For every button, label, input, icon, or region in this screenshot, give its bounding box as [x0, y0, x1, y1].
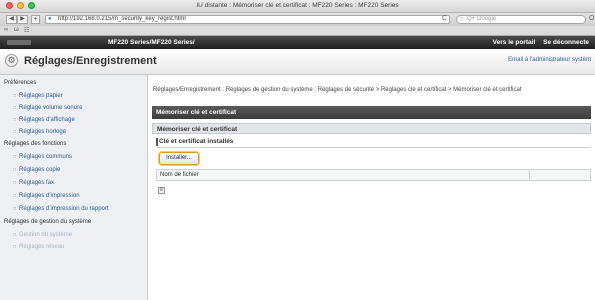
- installed-section-title: Clé et certificat installés: [159, 138, 234, 145]
- installed-table-header: Nom de fichier: [156, 169, 591, 181]
- sidebar-group-functions[interactable]: Réglages des fonctions: [4, 141, 66, 147]
- content-header: Mémoriser clé et certificat: [152, 106, 591, 119]
- brand-links: Vers le portail Se déconnecte: [487, 39, 589, 46]
- settings-gear-icon: ⚙: [5, 54, 18, 67]
- search-field[interactable]: ○ Q+ Google: [456, 15, 586, 24]
- sidebar-item-fax[interactable]: Réglages fax: [13, 180, 54, 186]
- bookmark-topsites-icon[interactable]: ω: [14, 27, 19, 33]
- window-titlebar: IU distante : Mémoriser clé et certifica…: [0, 0, 595, 13]
- admin-email-link[interactable]: Email à l'administrateur systèm: [508, 57, 591, 63]
- column-divider: [529, 170, 530, 180]
- sidebar-item-report-printing[interactable]: Réglages d'impression du rapport: [13, 206, 109, 212]
- main-content: Réglages/Enregistrement : Réglages de ge…: [148, 75, 595, 300]
- filename-column-header: Nom de fichier: [160, 172, 199, 178]
- install-button[interactable]: Installer...: [159, 152, 199, 165]
- site-globe-icon: ●: [48, 16, 52, 22]
- page-title: Réglages/Enregistrement: [24, 55, 157, 67]
- panel-header: Mémoriser clé et certificat: [152, 123, 591, 134]
- reload-icon[interactable]: C: [442, 15, 447, 22]
- brand-bar: MF220 Series/MF220 Series/ Vers le porta…: [0, 36, 595, 49]
- panel-header-title: Mémoriser clé et certificat: [157, 126, 238, 133]
- back-button[interactable]: ◀: [6, 15, 17, 24]
- sidebar-group-preferences[interactable]: Préférences: [4, 80, 36, 86]
- browser-toolbar: ◀ ▶ + ● http://192.168.0.215/m_security_…: [0, 13, 595, 26]
- installed-section-header: Clé et certificat installés: [156, 137, 591, 148]
- sidebar-item-volume[interactable]: Réglage volume sonore: [13, 105, 82, 111]
- page-header: ⚙ Réglages/Enregistrement Email à l'admi…: [0, 49, 595, 75]
- sidebar-item-display[interactable]: Réglages d'affichage: [13, 117, 75, 123]
- brand-logo: [7, 40, 31, 45]
- web-page: MF220 Series/MF220 Series/ Vers le porta…: [0, 36, 595, 300]
- breadcrumb: Réglages/Enregistrement : Réglages de ge…: [153, 87, 522, 93]
- window-title: IU distante : Mémoriser clé et certifica…: [196, 2, 399, 9]
- sidebar-item-copy[interactable]: Réglages copie: [13, 167, 60, 173]
- bookmark-reading-list-icon[interactable]: ∞: [4, 27, 8, 33]
- sidebar-group-system[interactable]: Réglages de gestion du système: [4, 219, 91, 225]
- sidebar-item-clock[interactable]: Réglages horloge: [13, 129, 66, 135]
- forward-button[interactable]: ▶: [17, 15, 28, 24]
- content-header-title: Mémoriser clé et certificat: [156, 109, 237, 116]
- search-icon: ○: [460, 16, 464, 22]
- url-text: http://192.168.0.215/m_security_key_regi…: [58, 16, 186, 22]
- sidebar: Préférences Réglages papier Réglage volu…: [0, 75, 148, 300]
- pager-icon[interactable]: ≡: [158, 187, 165, 194]
- sidebar-item-paper[interactable]: Réglages papier: [13, 93, 63, 99]
- bookmark-grid-icon[interactable]: ☷: [24, 27, 29, 34]
- model-path: MF220 Series/MF220 Series/: [108, 39, 195, 46]
- logout-link[interactable]: Se déconnecte: [543, 39, 589, 46]
- sidebar-item-network[interactable]: Réglages réseau: [13, 244, 64, 250]
- nav-buttons: ◀ ▶ +: [6, 15, 40, 24]
- sidebar-item-printing[interactable]: Réglages d'impression: [13, 193, 80, 199]
- sidebar-item-common[interactable]: Réglages communs: [13, 154, 72, 160]
- bookmarks-bar: ∞ ω ☷: [0, 26, 595, 36]
- add-bookmark-button[interactable]: +: [31, 15, 40, 24]
- url-bar[interactable]: ● http://192.168.0.215/m_security_key_re…: [45, 15, 450, 24]
- sidebar-item-system-management[interactable]: Gestion du système: [13, 232, 72, 238]
- search-placeholder: Q+ Google: [467, 16, 497, 22]
- reader-icon[interactable]: O: [589, 15, 594, 22]
- portal-link[interactable]: Vers le portail: [493, 39, 536, 46]
